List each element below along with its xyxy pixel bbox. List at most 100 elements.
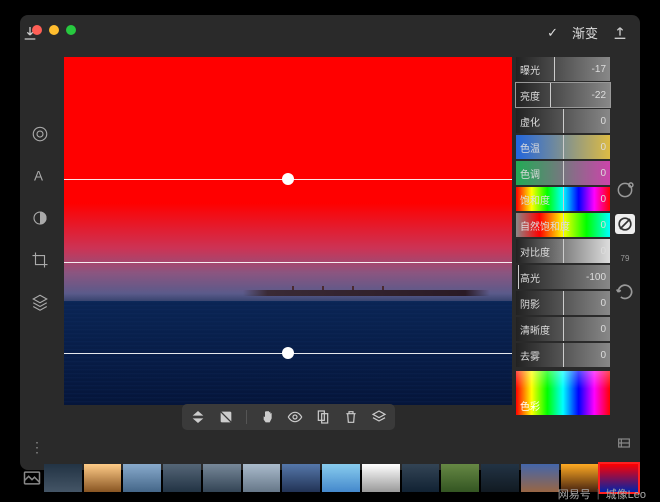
filmstrip-thumb[interactable] bbox=[123, 464, 161, 492]
slider-row[interactable]: 曝光 -17 bbox=[516, 57, 610, 81]
slider-row[interactable]: 饱和度 0 bbox=[516, 187, 610, 211]
slider-thumb[interactable] bbox=[550, 83, 551, 107]
crop-icon[interactable] bbox=[31, 251, 49, 269]
mirror-vertical-icon[interactable] bbox=[190, 409, 206, 425]
gradient-handle-bottom[interactable] bbox=[282, 347, 294, 359]
adjust-icon[interactable] bbox=[31, 125, 49, 143]
slider-value: -17 bbox=[592, 64, 606, 75]
slider-thumb[interactable] bbox=[563, 135, 564, 159]
slider-row[interactable]: 阴影 0 bbox=[516, 291, 610, 315]
slider-label: 色温 bbox=[520, 140, 540, 155]
slider-row[interactable]: 自然饱和度 0 bbox=[516, 213, 610, 237]
slider-thumb[interactable] bbox=[518, 265, 519, 289]
history-icon[interactable] bbox=[615, 180, 635, 200]
pan-icon[interactable] bbox=[259, 409, 275, 425]
slider-value: 0 bbox=[600, 246, 606, 257]
filmstrip-thumb[interactable] bbox=[481, 464, 519, 492]
slider-row[interactable]: 色温 0 bbox=[516, 135, 610, 159]
slider-thumb[interactable] bbox=[554, 57, 555, 81]
svg-text:A: A bbox=[34, 169, 43, 184]
duplicate-icon[interactable] bbox=[315, 409, 331, 425]
visibility-icon[interactable] bbox=[287, 409, 303, 425]
slider-thumb[interactable] bbox=[563, 317, 564, 341]
slider-value: 0 bbox=[600, 116, 606, 127]
slider-row[interactable]: 虚化 0 bbox=[516, 109, 610, 133]
filmstrip-thumb[interactable] bbox=[521, 464, 559, 492]
watermark-brand: 网易号 bbox=[558, 486, 591, 502]
slider-row[interactable]: 清晰度0 bbox=[516, 317, 610, 341]
delete-icon[interactable] bbox=[343, 409, 359, 425]
window-controls bbox=[32, 25, 76, 35]
slider-thumb[interactable] bbox=[563, 239, 564, 263]
apply-checkmark[interactable]: ✓ bbox=[547, 25, 558, 41]
slider-value: 0 bbox=[600, 298, 606, 309]
color-picker-label: 色彩 bbox=[520, 398, 540, 413]
slider-thumb[interactable] bbox=[563, 161, 564, 185]
gradient-handle-top[interactable] bbox=[282, 173, 294, 185]
slider-row[interactable]: 色调 0 bbox=[516, 161, 610, 185]
canvas-jetty bbox=[243, 290, 489, 296]
slider-label: 色调 bbox=[520, 166, 540, 181]
slider-value: 0 bbox=[600, 194, 606, 205]
zoom-window-button[interactable] bbox=[66, 25, 76, 35]
import-icon[interactable] bbox=[22, 25, 38, 41]
slider-label: 高光 bbox=[520, 270, 540, 285]
slider-label: 去雾 bbox=[520, 348, 540, 363]
slider-value: 0 bbox=[600, 324, 606, 335]
slider-label: 对比度 bbox=[520, 244, 550, 259]
undo-icon[interactable] bbox=[615, 282, 635, 302]
filmstrip-thumb[interactable] bbox=[84, 464, 122, 492]
more-menu-icon[interactable]: ⋮ bbox=[30, 439, 44, 456]
slider-row[interactable]: 亮度-22 bbox=[516, 83, 610, 107]
canvas-tools bbox=[182, 404, 395, 430]
filmstrip-thumb[interactable] bbox=[441, 464, 479, 492]
preset-count-badge[interactable]: 79 bbox=[615, 248, 635, 268]
filmstrip-thumb[interactable] bbox=[402, 464, 440, 492]
slider-label: 亮度 bbox=[520, 88, 540, 103]
watermark-author: 城像Leo bbox=[606, 486, 646, 502]
minimize-window-button[interactable] bbox=[49, 25, 59, 35]
color-picker[interactable]: 色彩 bbox=[516, 371, 610, 415]
aspect-icon[interactable] bbox=[616, 435, 632, 456]
filmstrip-thumb[interactable] bbox=[322, 464, 360, 492]
app-window: ✓ 渐变 A 曝光 -17 亮度-22 虚化 0 色温 0 色调 0 饱和度 0 自然饱和度 0 对比度 0… bbox=[20, 15, 640, 470]
stack-icon[interactable] bbox=[371, 409, 387, 425]
slider-value: 0 bbox=[600, 350, 606, 361]
filmstrip-thumb[interactable] bbox=[243, 464, 281, 492]
slider-thumb[interactable] bbox=[563, 187, 564, 211]
filmstrip-thumb[interactable] bbox=[203, 464, 241, 492]
slider-label: 饱和度 bbox=[520, 192, 550, 207]
layers-icon[interactable] bbox=[31, 293, 49, 311]
slider-label: 虚化 bbox=[520, 114, 540, 129]
text-icon[interactable]: A bbox=[31, 167, 49, 185]
slider-thumb[interactable] bbox=[563, 291, 564, 315]
gradient-line-mid[interactable] bbox=[64, 262, 512, 263]
mode-label[interactable]: 渐变 bbox=[572, 23, 598, 42]
mask-tool-icon[interactable] bbox=[615, 214, 635, 234]
slider-thumb[interactable] bbox=[563, 109, 564, 133]
left-toolbar: A bbox=[28, 125, 52, 311]
slider-row[interactable]: 对比度 0 bbox=[516, 239, 610, 263]
filmstrip-thumb[interactable] bbox=[362, 464, 400, 492]
right-toolbar: 79 bbox=[614, 180, 636, 302]
slider-value: 0 bbox=[600, 220, 606, 231]
slider-label: 曝光 bbox=[520, 62, 540, 77]
brush-icon[interactable] bbox=[31, 209, 49, 227]
invert-icon[interactable] bbox=[218, 409, 234, 425]
export-icon[interactable] bbox=[612, 25, 628, 41]
slider-label: 自然饱和度 bbox=[520, 218, 570, 233]
filmstrip-thumb[interactable] bbox=[163, 464, 201, 492]
image-canvas[interactable] bbox=[64, 57, 512, 405]
toolbar-divider bbox=[246, 410, 247, 424]
adjustment-panel: 曝光-17亮度-22虚化0色温0色调0饱和度0自然饱和度0对比度0高光-100阴… bbox=[516, 57, 610, 415]
library-icon[interactable] bbox=[22, 468, 42, 491]
slider-row[interactable]: 去雾 0 bbox=[516, 343, 610, 367]
slider-value: 0 bbox=[600, 168, 606, 179]
slider-row[interactable]: 高光-100 bbox=[516, 265, 610, 289]
bottom-toolbar bbox=[64, 404, 512, 430]
filmstrip-thumb[interactable] bbox=[282, 464, 320, 492]
slider-value: 0 bbox=[600, 142, 606, 153]
slider-label: 阴影 bbox=[520, 296, 540, 311]
filmstrip-thumb[interactable] bbox=[44, 464, 82, 492]
slider-thumb[interactable] bbox=[563, 343, 564, 367]
